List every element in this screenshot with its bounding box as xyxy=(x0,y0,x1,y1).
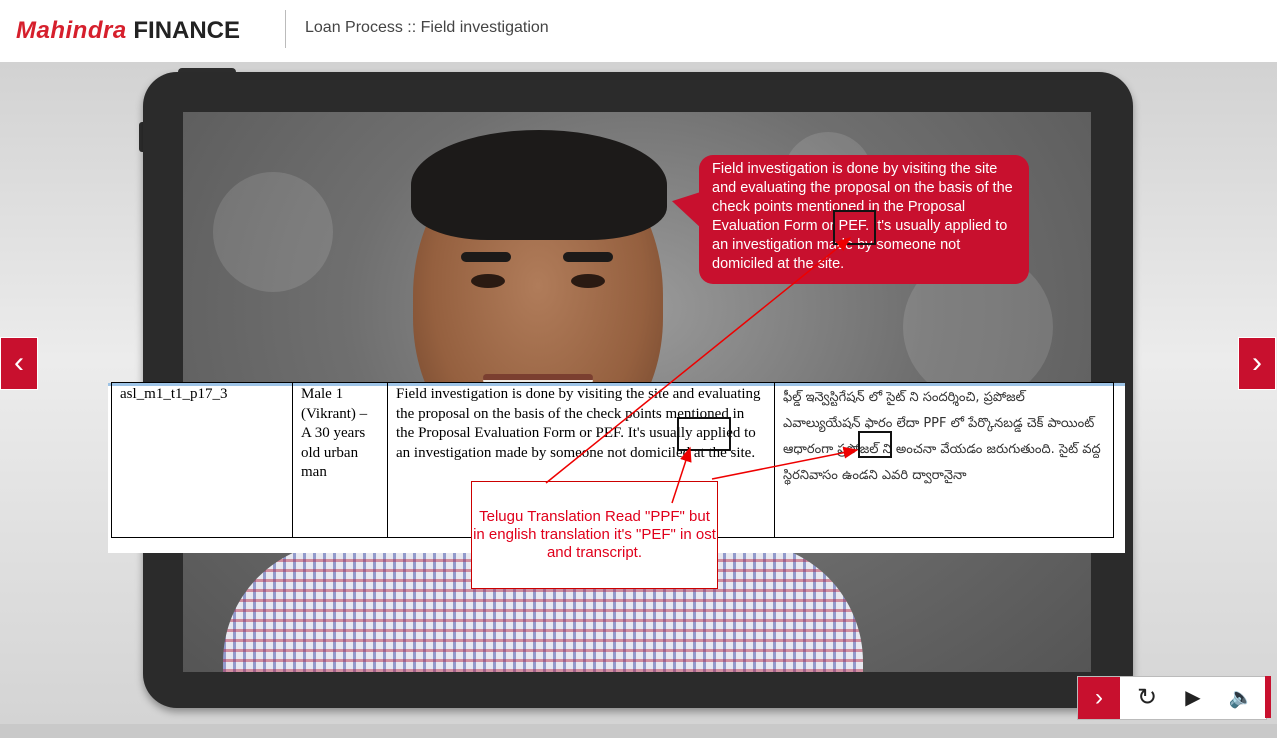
controls-edge-accent xyxy=(1265,676,1271,718)
audio-button[interactable]: 🔈 xyxy=(1216,677,1266,719)
telugu-ppf-highlight-box xyxy=(858,431,892,458)
chevron-left-icon: ‹ xyxy=(14,346,24,379)
background-bokeh xyxy=(213,172,333,292)
chevron-right-icon: › xyxy=(1252,346,1262,379)
row-id-cell: asl_m1_t1_p17_3 xyxy=(111,382,293,538)
speaker-icon: 🔈 xyxy=(1228,687,1254,709)
play-button[interactable]: ▶ xyxy=(1170,677,1216,719)
row-telugu-cell: ఫీల్డ్ ఇన్వెస్టిగేషన్ లో సైట్ ని సందర్శి… xyxy=(774,382,1114,538)
presenter-right-eye xyxy=(571,274,605,288)
replay-button[interactable]: ↻ xyxy=(1124,677,1170,719)
player-controls: › ↻ ▶ 🔈 xyxy=(1077,676,1267,720)
english-pef-highlight-box xyxy=(677,417,731,451)
presenter-hair xyxy=(411,130,667,240)
play-icon: ▶ xyxy=(1185,687,1201,709)
presenter-left-eye xyxy=(471,274,505,288)
control-next-button[interactable]: › xyxy=(1078,677,1120,719)
chevron-right-icon: › xyxy=(1095,684,1103,711)
translation-error-note: Telugu Translation Read "PPF" but in eng… xyxy=(471,481,718,589)
mahindra-finance-logo: Mahindra FINANCE xyxy=(16,16,240,46)
pef-highlight-box xyxy=(833,210,876,245)
replay-icon: ↻ xyxy=(1136,684,1158,711)
page-title: Loan Process :: Field investigation xyxy=(305,19,549,36)
presenter-right-brow xyxy=(563,252,613,262)
logo-brand-text: Mahindra xyxy=(16,17,127,44)
row-character-cell: Male 1 (Vikrant) – A 30 years old urban … xyxy=(292,382,388,538)
next-slide-button[interactable]: › xyxy=(1238,337,1276,390)
translation-error-note-text: Telugu Translation Read "PPF" but in eng… xyxy=(473,508,716,561)
presenter-left-brow xyxy=(461,252,511,262)
previous-slide-button[interactable]: ‹ xyxy=(0,337,38,390)
logo-finance-text: FINANCE xyxy=(133,17,241,44)
header-divider xyxy=(285,10,286,48)
bottom-bar xyxy=(0,724,1277,738)
app-header: Mahindra FINANCE Loan Process :: Field i… xyxy=(0,0,1277,62)
